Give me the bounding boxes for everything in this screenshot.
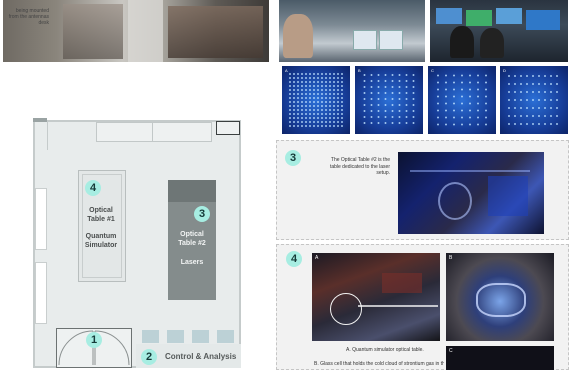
atom-image-a: A bbox=[282, 66, 350, 134]
control-number-badge: 2 bbox=[141, 349, 157, 365]
workstation bbox=[167, 330, 184, 343]
control-room-photo bbox=[430, 0, 568, 62]
detail-photo-c: C bbox=[446, 346, 554, 370]
panel-letter-b: B bbox=[358, 68, 361, 73]
top-cabinet bbox=[96, 122, 154, 142]
door-number-badge: 1 bbox=[86, 332, 102, 348]
table2-label-line2: Table #2 bbox=[178, 240, 206, 247]
laser-setup-photo bbox=[398, 152, 544, 234]
table2-label-line3: Lasers bbox=[180, 259, 204, 266]
table1-label-line3: Quantum bbox=[85, 233, 117, 240]
table1-label-line1: Optical bbox=[89, 207, 113, 214]
workstation bbox=[142, 330, 159, 343]
window bbox=[35, 262, 47, 324]
table1-label-line4: Simulator bbox=[84, 242, 118, 249]
photo-a-tag: A bbox=[315, 255, 319, 261]
section4-caption-b: B. Glass cell that holds the cold cloud … bbox=[314, 361, 444, 367]
workstation bbox=[217, 330, 234, 343]
photo-b-tag: B bbox=[449, 255, 453, 261]
top-right-box bbox=[216, 121, 240, 135]
lab-corridor-photo: being mounted from the antennas desk bbox=[3, 0, 269, 62]
panel-letter-c: C bbox=[431, 68, 434, 73]
window bbox=[35, 188, 47, 250]
section4-number-badge: 4 bbox=[286, 251, 302, 267]
table1-label-line2: Table #1 bbox=[87, 216, 115, 223]
glass-cell-photo: B bbox=[446, 253, 554, 341]
table2-label-line1: Optical bbox=[180, 231, 204, 238]
section3-number-badge: 3 bbox=[285, 150, 301, 166]
section4-caption-a: A. Quantum simulator optical table. bbox=[346, 347, 424, 353]
table2-label: Optical Table #2 Lasers bbox=[168, 230, 216, 267]
optical-table-photo: A bbox=[312, 253, 440, 341]
top-cabinet bbox=[152, 122, 212, 142]
table2-number-badge: 3 bbox=[194, 206, 210, 222]
atom-image-b: B bbox=[355, 66, 423, 134]
panel-letter-d: D bbox=[503, 68, 506, 73]
left-structure bbox=[33, 120, 48, 150]
top-photo-caption: being mounted from the antennas desk bbox=[8, 8, 49, 26]
table1-label: Optical Table #1 Quantum Simulator bbox=[78, 206, 124, 250]
photo-c-tag: C bbox=[449, 348, 453, 354]
section3-text: The Optical Table #2 is the table dedica… bbox=[329, 157, 390, 176]
table1-number-badge: 4 bbox=[85, 180, 101, 196]
atom-image-d: D bbox=[500, 66, 568, 134]
atom-image-c: C bbox=[428, 66, 496, 134]
panel-letter-a: A bbox=[285, 68, 288, 73]
workstation bbox=[192, 330, 209, 343]
researchers-photo bbox=[279, 0, 425, 62]
control-analysis-label: Control & Analysis bbox=[165, 352, 237, 361]
